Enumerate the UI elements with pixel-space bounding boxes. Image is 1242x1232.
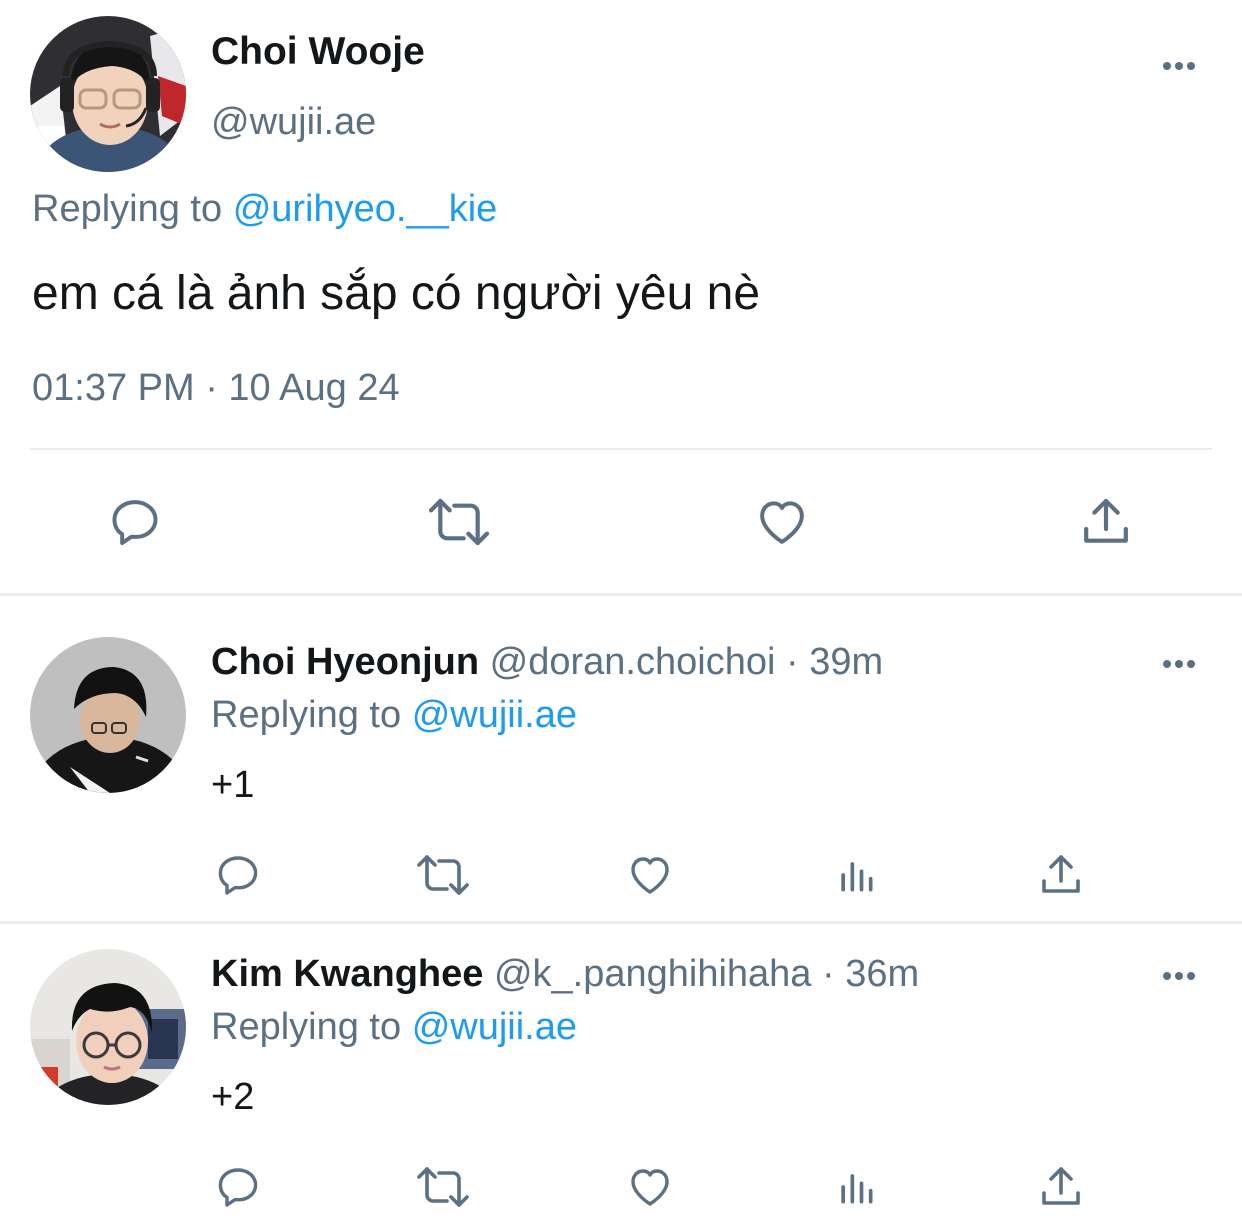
retweet-button[interactable] [426,492,492,552]
share-icon [1042,855,1080,893]
tweet-timestamp[interactable]: 01:37 PM · 10 Aug 24 [32,367,400,410]
reply-text: +2 [211,1076,255,1118]
section-divider [0,921,1242,924]
replying-to-line: Replying to @wujii.ae [211,694,577,737]
like-button[interactable] [624,1162,676,1212]
replying-to-link[interactable]: @wujii.ae [412,1006,577,1048]
replying-prefix: Replying to [211,1006,402,1048]
avatar-reply-2[interactable] [30,949,186,1105]
retweet-icon [417,855,469,895]
share-icon [1084,498,1128,543]
replying-to-link[interactable]: @wujii.ae [412,694,577,736]
replying-prefix: Replying to [211,694,402,736]
like-button[interactable] [624,850,676,900]
like-icon [760,501,804,544]
retweet-icon [428,498,490,546]
replying-to-link[interactable]: @urihyeo.__kie [233,188,498,230]
like-button[interactable] [752,492,812,552]
tweet-text: em cá là ảnh sắp có người yêu nè [32,267,761,320]
reply-button[interactable] [213,1162,263,1212]
reply-icon [218,1168,258,1207]
replying-to-line: Replying to @urihyeo.__kie [32,188,497,231]
like-icon [631,857,669,894]
more-options-icon[interactable] [1159,656,1199,672]
separator-dot: · [822,953,835,995]
reply-author-name[interactable]: Choi Hyeonjun [211,641,479,683]
reply-icon [112,500,158,545]
retweet-icon [417,1167,469,1207]
reply-author-handle[interactable]: @doran.choichoi [490,641,776,683]
author-name[interactable]: Choi Wooje [211,30,425,74]
share-icon [1042,1167,1080,1205]
share-button[interactable] [1036,850,1086,900]
replying-to-line: Replying to @wujii.ae [211,1006,577,1049]
reply-author-name[interactable]: Kim Kwanghee [211,953,483,995]
retweet-button[interactable] [414,1162,472,1212]
analytics-icon [841,862,873,892]
avatar-reply-1[interactable] [30,637,186,793]
divider [30,448,1212,450]
analytics-icon [841,1174,873,1204]
more-options-icon[interactable] [1159,58,1199,74]
more-options-icon[interactable] [1159,968,1199,984]
reply-text: +1 [211,764,255,806]
author-handle[interactable]: @wujii.ae [211,101,376,144]
reply-button[interactable] [105,492,165,552]
avatar-main-author[interactable] [30,16,186,172]
reply-age[interactable]: 39m [809,641,883,683]
analytics-button[interactable] [832,850,880,900]
separator-dot: · [785,641,799,683]
share-button[interactable] [1036,1162,1086,1212]
analytics-button[interactable] [832,1162,880,1212]
like-icon [631,1169,669,1206]
reply-header: Choi Hyeonjun @doran.choichoi · 39m [211,641,883,684]
reply-age[interactable]: 36m [845,953,919,995]
reply-header: Kim Kwanghee @k_.panghihihaha · 36m [211,953,919,996]
replying-prefix: Replying to [32,188,223,230]
section-divider [0,593,1242,596]
reply-author-handle[interactable]: @k_.panghihihaha [494,953,812,995]
retweet-button[interactable] [414,850,472,900]
share-button[interactable] [1076,492,1136,552]
reply-icon [218,856,258,895]
reply-button[interactable] [213,850,263,900]
